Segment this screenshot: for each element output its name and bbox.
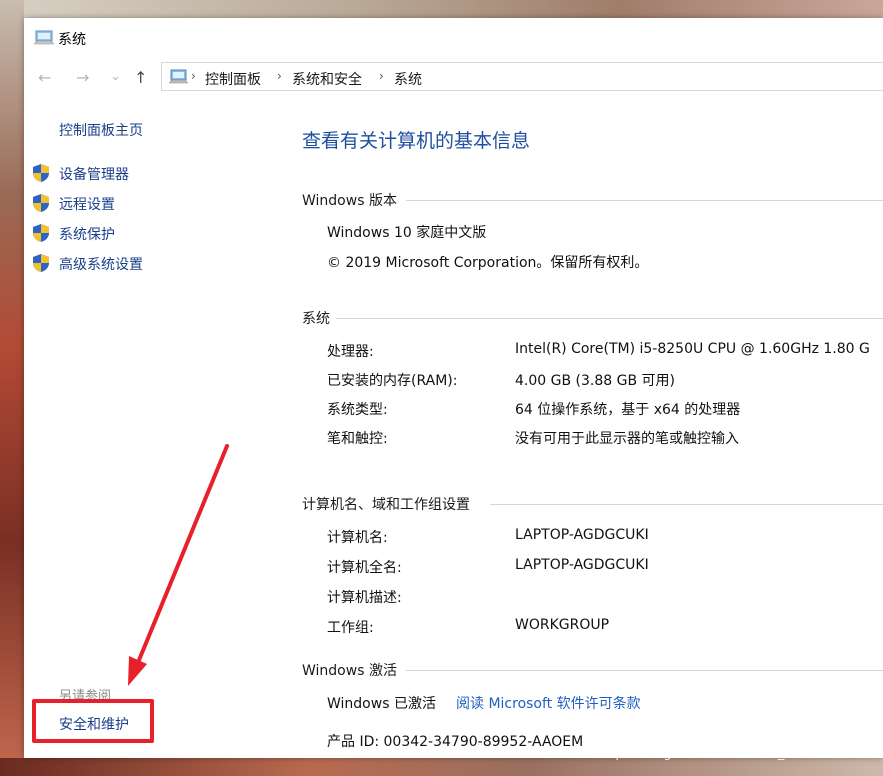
uac-shield-icon [33,254,49,272]
sidebar-item-label: 远程设置 [59,197,115,213]
license-terms-link[interactable]: 阅读 Microsoft 软件许可条款 [456,693,641,713]
full-computer-name-value: LAPTOP-AGDGCUKI [515,557,649,573]
recent-locations-chevron-icon[interactable]: ⌄ [110,69,121,84]
pen-touch-label: 笔和触控: [327,431,388,447]
full-computer-name-label: 计算机全名: [327,560,402,576]
uac-shield-icon [33,194,49,212]
breadcrumb-system-and-security[interactable]: 系统和安全 [292,69,362,89]
window-title: 系统 [58,32,86,48]
navigation-bar: ← → ⌄ ↑ › 控制面板 › 系统和安全 › 系统 [24,60,883,96]
sidebar-item-label: 系统保护 [59,227,115,243]
windows-edition-heading: Windows 版本 [302,193,397,209]
breadcrumb-chevron-icon[interactable]: › [277,69,282,83]
title-bar[interactable]: 系统 [24,18,883,56]
ram-value: 4.00 GB (3.88 GB 可用) [515,373,675,389]
computer-name-label: 计算机名: [327,530,388,546]
workgroup-value: WORKGROUP [515,617,610,633]
computer-icon [34,30,54,45]
windows-activation-heading: Windows 激活 [302,663,397,679]
watermark-text: https://blog.csdn.net/weixin_45436630 [597,746,851,761]
desktop-wallpaper-left [0,0,24,776]
activation-status: Windows 已激活 [327,696,436,712]
section-divider [406,670,883,671]
uac-shield-icon [33,224,49,242]
desktop-wallpaper-top [0,0,883,18]
processor-label: 处理器: [327,344,374,360]
system-heading: 系统 [302,311,330,327]
computer-name-value: LAPTOP-AGDGCUKI [515,527,649,543]
address-bar[interactable]: › 控制面板 › 系统和安全 › 系统 [161,62,883,91]
processor-value: Intel(R) Core(TM) i5-8250U CPU @ 1.60GHz… [515,341,870,357]
computer-description-label: 计算机描述: [327,590,402,606]
sidebar-item-label: 高级系统设置 [59,257,143,273]
section-divider [490,504,883,505]
workgroup-label: 工作组: [327,620,374,636]
sidebar: 控制面板主页 设备管理器 远程设置 系统保护 高级系统设置 另请参阅 安全和维护 [24,96,274,758]
breadcrumb-system[interactable]: 系统 [394,69,422,89]
computer-name-heading: 计算机名、域和工作组设置 [302,497,470,513]
section-divider [406,200,883,201]
annotation-highlight-box [32,699,154,743]
forward-arrow-icon[interactable]: → [76,68,89,87]
breadcrumb-control-panel[interactable]: 控制面板 [205,69,261,89]
product-id: 产品 ID: 00342-34790-89952-AAOEM [327,734,584,750]
edition-name: Windows 10 家庭中文版 [327,225,487,241]
back-arrow-icon[interactable]: ← [38,68,51,87]
system-window: 系统 ← → ⌄ ↑ › 控制面板 › 系统和安全 › 系统 控制面板主页 设备… [24,18,883,758]
sidebar-item-label: 设备管理器 [59,167,129,183]
control-panel-icon [168,69,188,84]
main-content: 查看有关计算机的基本信息 Windows 版本 Windows 10 家庭中文版… [302,96,883,758]
system-type-label: 系统类型: [327,402,388,418]
page-title: 查看有关计算机的基本信息 [302,130,531,152]
copyright-text: © 2019 Microsoft Corporation。保留所有权利。 [327,255,649,271]
section-divider [336,318,883,319]
breadcrumb-chevron-icon[interactable]: › [379,69,384,83]
ram-label: 已安装的内存(RAM): [327,373,458,389]
system-type-value: 64 位操作系统，基于 x64 的处理器 [515,402,741,418]
uac-shield-icon [33,164,49,182]
breadcrumb-chevron-icon: › [191,69,196,83]
control-panel-home-link[interactable]: 控制面板主页 [59,120,143,140]
pen-touch-value: 没有可用于此显示器的笔或触控输入 [515,431,739,447]
up-arrow-icon[interactable]: ↑ [134,68,147,87]
